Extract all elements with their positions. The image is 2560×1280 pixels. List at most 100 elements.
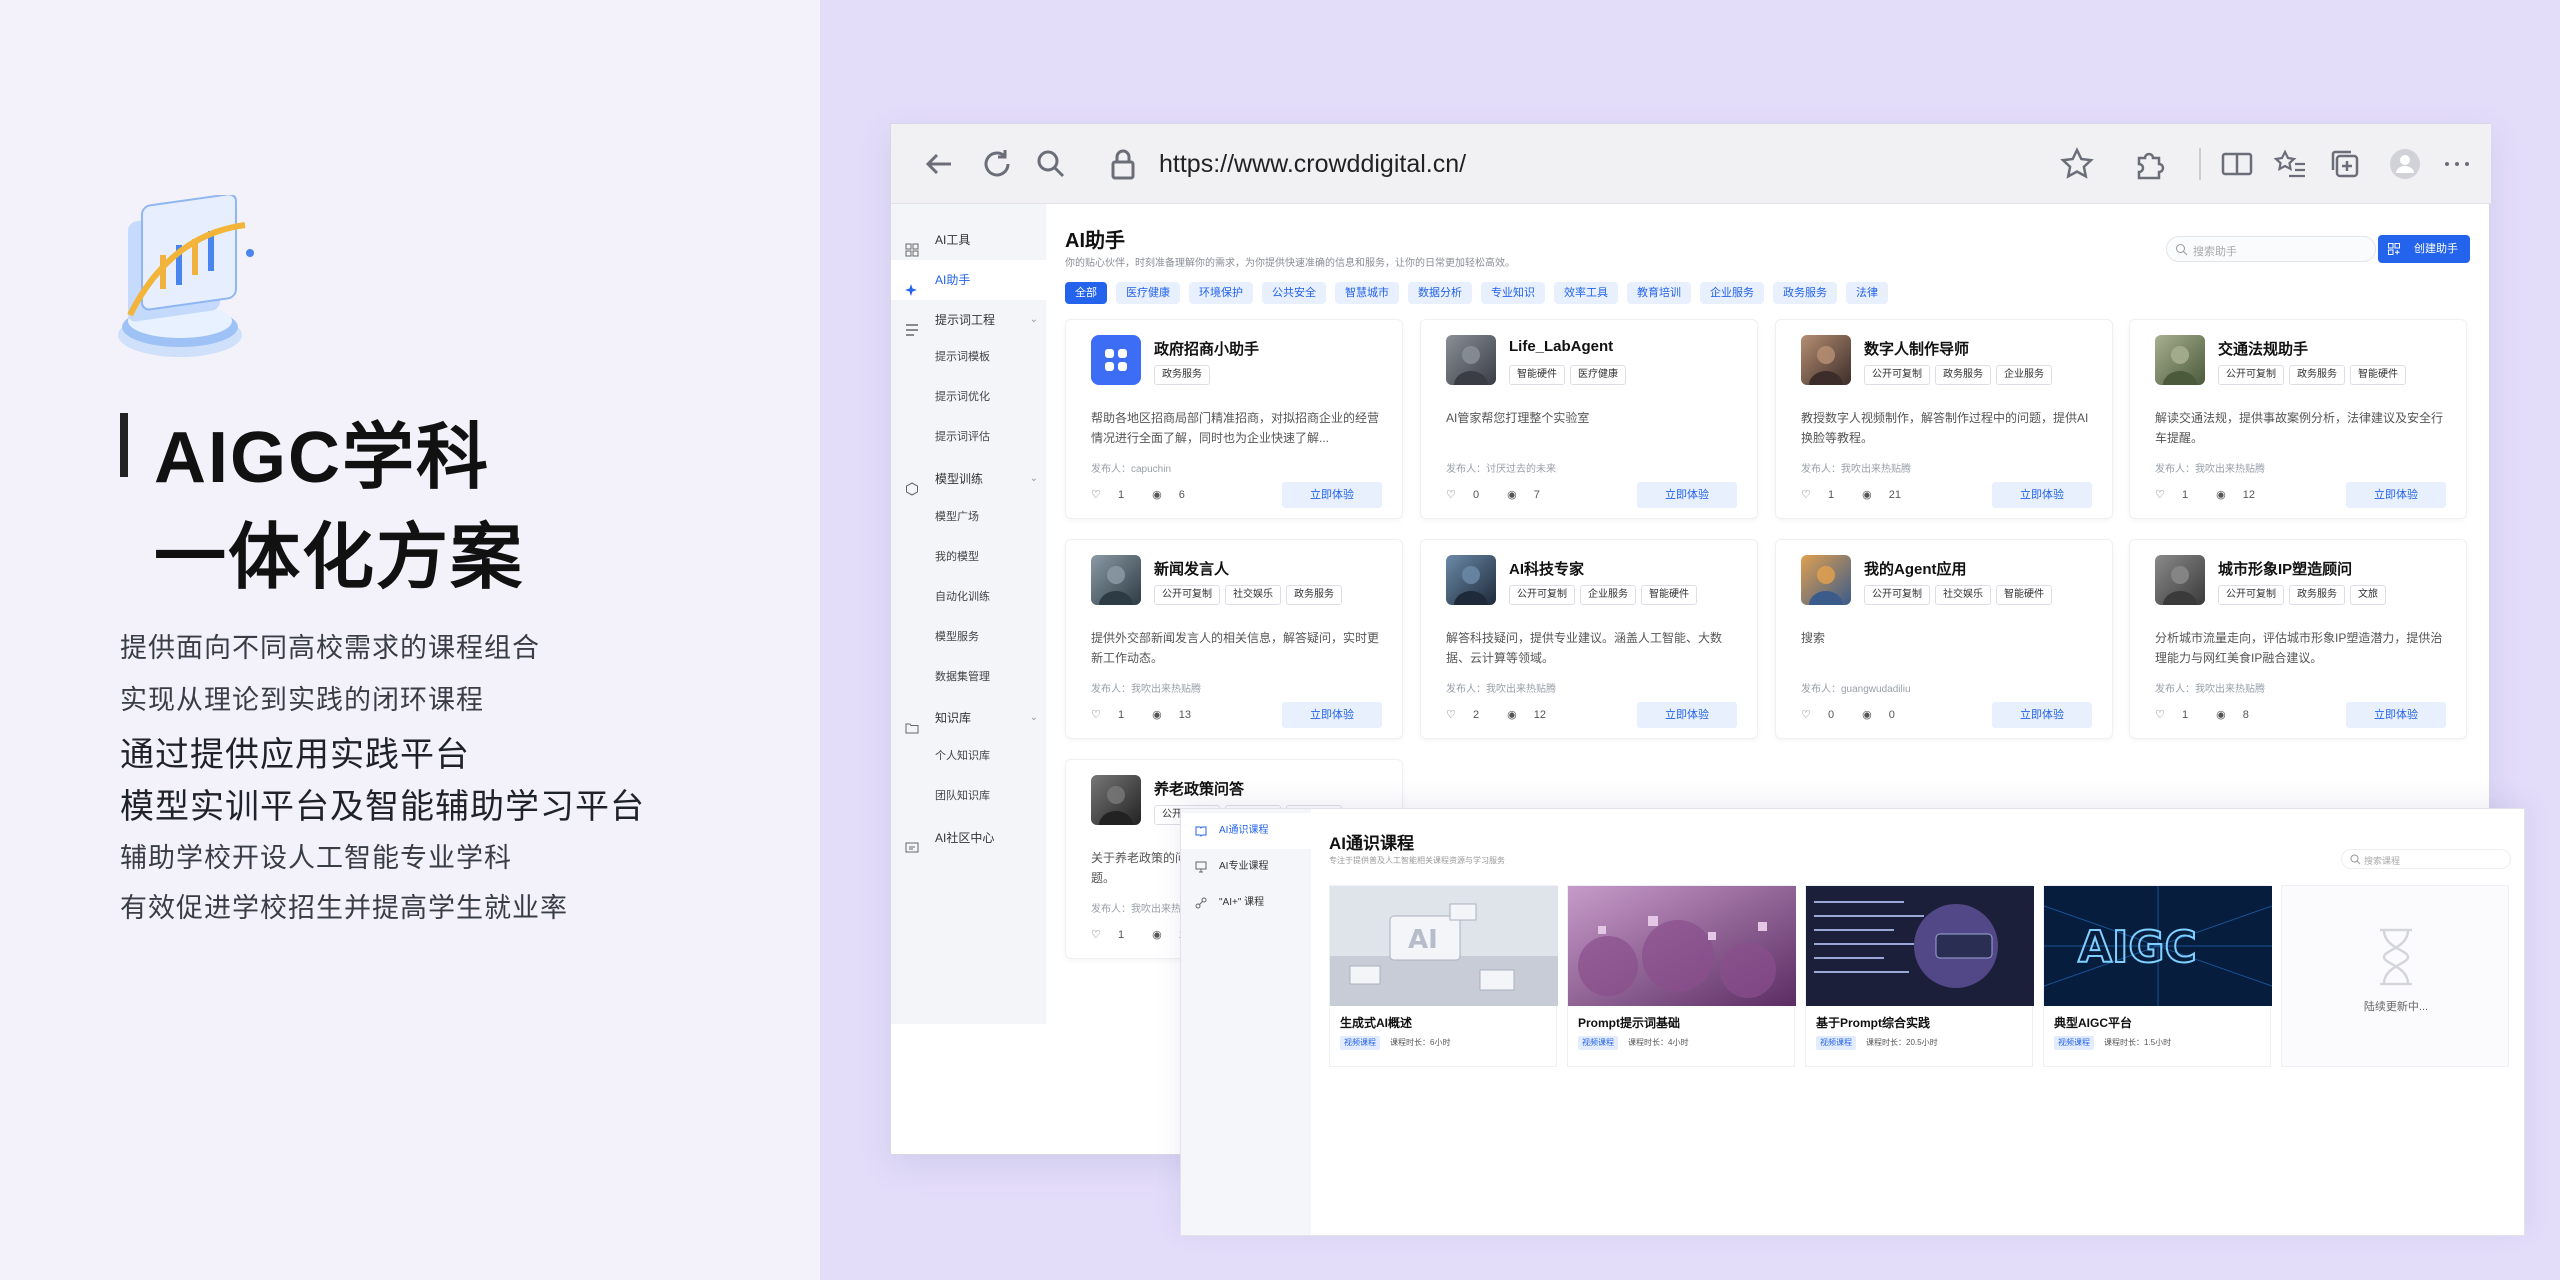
sidebar-item-prompt-engineering[interactable]: 提示词工程 ⌄ xyxy=(891,300,1046,340)
assistant-card[interactable]: 政府招商小助手 政务服务 帮助各地区招商局部门精准招商，对拟招商企业的经营情况进行全… xyxy=(1065,319,1403,519)
star-icon[interactable] xyxy=(2059,146,2095,182)
sidebar-subitem[interactable]: 团队知识库 xyxy=(935,787,990,803)
assistant-card[interactable]: 我的Agent应用 公开可复制 社交娱乐 智能硬件 搜索 发布人：guangwudadil… xyxy=(1775,539,2113,739)
course-search-input[interactable]: 搜索课程 xyxy=(2341,849,2511,869)
try-now-button[interactable]: 立即体验 xyxy=(1282,482,1382,508)
course-card[interactable]: AIGC 典型AIGC平台 视频课程 课程时长：1.5小时 xyxy=(2043,885,2272,1067)
course-type-badge: 视频课程 xyxy=(1340,1036,1380,1050)
category-tab[interactable]: 公共安全 xyxy=(1262,282,1326,304)
sidebar-item-knowledge-base[interactable]: 知识库 ⌄ xyxy=(891,698,1046,738)
refresh-icon[interactable] xyxy=(979,146,1015,182)
assistant-title: 养老政策问答 xyxy=(1154,781,1245,798)
card-tag: 智能硬件 xyxy=(1509,365,1565,385)
heart-icon[interactable]: ♡ xyxy=(1091,488,1101,501)
heart-icon[interactable]: ♡ xyxy=(1801,708,1811,721)
assistant-tags: 公开可复制 企业服务 智能硬件 xyxy=(1509,584,1702,605)
heart-icon[interactable]: ♡ xyxy=(1801,488,1811,501)
sidebar-item-community[interactable]: AI社区中心 xyxy=(891,818,1046,858)
community-icon xyxy=(905,831,919,853)
search-icon[interactable] xyxy=(1033,146,1069,182)
sidebar-subitem[interactable]: 模型服务 xyxy=(935,628,979,644)
sidebar-subitem[interactable]: 自动化训练 xyxy=(935,588,990,604)
profile-avatar-icon[interactable] xyxy=(2387,146,2423,182)
assistant-title: AI科技专家 xyxy=(1509,561,1585,578)
sidebar-item-model-training[interactable]: 模型训练 ⌄ xyxy=(891,459,1046,499)
assistant-card[interactable]: 城市形象IP塑造顾问 公开可复制 政务服务 文旅 分析城市流量走向，评估城市形象IP塑造… xyxy=(2129,539,2467,739)
collections-icon[interactable] xyxy=(2327,146,2363,182)
assistant-title: 城市形象IP塑造顾问 xyxy=(2218,561,2353,578)
address-bar[interactable]: https://www.crowddigital.cn/ xyxy=(1159,146,1466,182)
try-now-button[interactable]: 立即体验 xyxy=(1637,702,1737,728)
sidebar-item-ai-assistant[interactable]: AI助手 xyxy=(891,260,1046,300)
sidebar-item-label: AI工具 xyxy=(935,233,971,247)
assistant-stats: ♡ 1 ◉ 8 xyxy=(2155,708,2277,721)
heart-icon[interactable]: ♡ xyxy=(2155,488,2165,501)
favorites-icon[interactable] xyxy=(2273,146,2309,182)
back-arrow-icon[interactable] xyxy=(921,146,957,182)
sparkle-icon xyxy=(905,273,919,296)
assistant-card[interactable]: 交通法规助手 公开可复制 政务服务 智能硬件 解读交通法规，提供事故案例分析，法律建议及… xyxy=(2129,319,2467,519)
sidebar-item-label: 知识库 xyxy=(935,711,972,725)
try-now-button[interactable]: 立即体验 xyxy=(2346,702,2446,728)
create-assistant-button[interactable]: 创建助手 xyxy=(2378,235,2470,263)
card-tag: 政务服务 xyxy=(1935,365,1991,385)
assistant-card[interactable]: AI科技专家 公开可复制 企业服务 智能硬件 解答科技疑问，提供专业建议。涵盖人工智能、… xyxy=(1420,539,1758,739)
split-screen-icon[interactable] xyxy=(2219,146,2255,182)
category-tab[interactable]: 全部 xyxy=(1065,282,1107,304)
try-now-button[interactable]: 立即体验 xyxy=(1992,702,2092,728)
assistant-card[interactable]: 数字人制作导师 公开可复制 政务服务 企业服务 教授数字人视频制作，解答制作过程中的问题… xyxy=(1775,319,2113,519)
card-tag: 企业服务 xyxy=(1580,585,1636,605)
sidebar-subitem[interactable]: 提示词评估 xyxy=(935,428,990,444)
course-card[interactable]: 基于Prompt综合实践 视频课程 课程时长：20.5小时 xyxy=(1805,885,2034,1067)
sidebar-subitem[interactable]: 模型广场 xyxy=(935,508,979,524)
course-nav-professional[interactable]: AI专业课程 xyxy=(1181,849,1311,885)
course-title: Prompt提示词基础 xyxy=(1578,1016,1681,1030)
assistant-title: 政府招商小助手 xyxy=(1154,341,1260,358)
folder-icon xyxy=(905,711,919,734)
category-tab[interactable]: 教育培训 xyxy=(1627,282,1691,304)
try-now-button[interactable]: 立即体验 xyxy=(1637,482,1737,508)
heart-icon[interactable]: ♡ xyxy=(1446,488,1456,501)
try-now-button[interactable]: 立即体验 xyxy=(1282,702,1382,728)
category-tab[interactable]: 环境保护 xyxy=(1189,282,1253,304)
assistant-publisher: 发布人：我吹出来热贴腾 xyxy=(1091,684,1201,695)
book-icon xyxy=(1195,826,1207,837)
category-tab[interactable]: 数据分析 xyxy=(1408,282,1472,304)
heart-icon[interactable]: ♡ xyxy=(1091,928,1101,941)
course-nav-ai-plus[interactable]: "AI+" 课程 xyxy=(1181,885,1311,921)
heart-icon[interactable]: ♡ xyxy=(1446,708,1456,721)
category-tab[interactable]: 法律 xyxy=(1846,282,1888,304)
assistant-card[interactable]: Life_LabAgent 智能硬件 医疗健康 AI管家帮您打理整个实验室 发布人：讨厌… xyxy=(1420,319,1758,519)
search-input[interactable]: 搜索助手 xyxy=(2166,236,2376,262)
more-menu-icon[interactable] xyxy=(2439,146,2475,182)
sidebar-subitem[interactable]: 个人知识库 xyxy=(935,747,990,763)
sidebar-subitem[interactable]: 提示词模板 xyxy=(935,348,990,364)
category-tab[interactable]: 企业服务 xyxy=(1700,282,1764,304)
heart-icon[interactable]: ♡ xyxy=(2155,708,2165,721)
lock-icon xyxy=(1105,146,1141,182)
course-card[interactable]: AI 生成式AI概述 视频课程 课程时长：6小时 xyxy=(1329,885,1558,1067)
category-tab[interactable]: 政务服务 xyxy=(1773,282,1837,304)
assistant-card[interactable]: 新闻发言人 公开可复制 社交娱乐 政务服务 提供外交部新闻发言人的相关信息，解答疑问，实… xyxy=(1065,539,1403,739)
heart-icon[interactable]: ♡ xyxy=(1091,708,1101,721)
category-tab[interactable]: 智慧城市 xyxy=(1335,282,1399,304)
category-tab[interactable]: 医疗健康 xyxy=(1116,282,1180,304)
category-tab[interactable]: 专业知识 xyxy=(1481,282,1545,304)
course-page-title: AI通识课程 xyxy=(1329,834,1414,853)
assistant-description: 搜索 xyxy=(1801,631,1826,645)
sidebar-subitem[interactable]: 数据集管理 xyxy=(935,668,990,684)
sidebar-subitem[interactable]: 提示词优化 xyxy=(935,388,990,404)
course-duration: 课程时长：20.5小时 xyxy=(1866,1038,1938,1047)
category-tab[interactable]: 效率工具 xyxy=(1554,282,1618,304)
sidebar-item-label: AI社区中心 xyxy=(935,831,995,845)
view-count: 8 xyxy=(2242,709,2249,721)
try-now-button[interactable]: 立即体验 xyxy=(1992,482,2092,508)
course-nav-general[interactable]: AI通识课程 xyxy=(1181,813,1311,849)
sidebar-item-ai-tools[interactable]: AI工具 xyxy=(891,220,1046,260)
try-now-button[interactable]: 立即体验 xyxy=(2346,482,2446,508)
sidebar-subitem[interactable]: 我的模型 xyxy=(935,548,979,564)
eye-icon: ◉ xyxy=(1152,489,1162,501)
course-card[interactable]: Prompt提示词基础 视频课程 课程时长：4小时 xyxy=(1567,885,1796,1067)
extension-icon[interactable] xyxy=(2131,146,2167,182)
assistant-description: 分析城市流量走向，评估城市形象IP塑造潜力，提供治理能力与网红美食IP融合建议。 xyxy=(2155,631,2443,665)
